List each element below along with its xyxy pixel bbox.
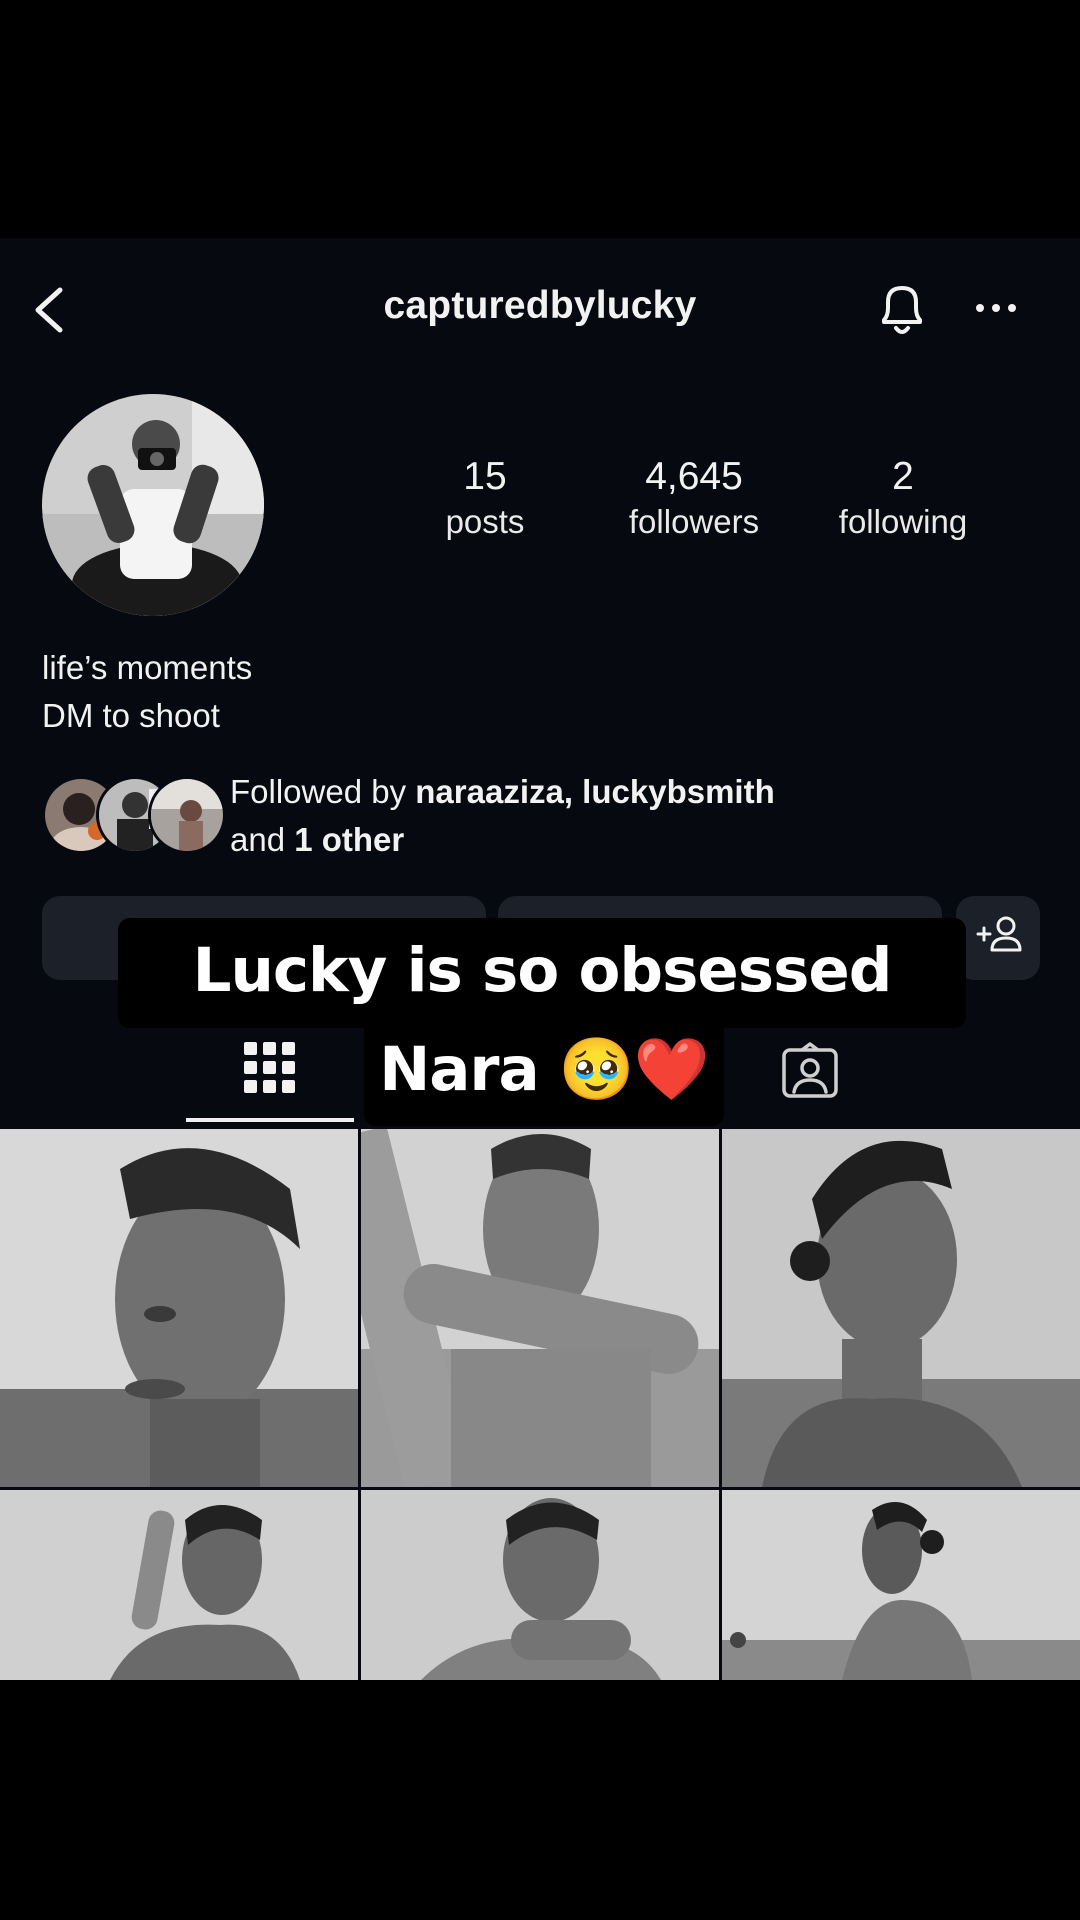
more-horizontal-icon xyxy=(976,304,1016,312)
post-thumbnail[interactable] xyxy=(722,1490,1080,1680)
post-thumbnail[interactable] xyxy=(361,1490,719,1680)
bio-line: DM to shoot xyxy=(42,697,220,734)
tab-tagged[interactable] xyxy=(780,1042,840,1100)
tagged-person-icon xyxy=(782,1042,838,1098)
video-caption-line: Nara 🥹❤️ xyxy=(364,1020,724,1126)
grid-icon xyxy=(244,1042,295,1093)
followers-count[interactable]: 4,645 followers xyxy=(594,455,794,545)
follower-avatar xyxy=(148,776,226,854)
active-tab-indicator xyxy=(186,1118,354,1122)
post-thumbnail[interactable] xyxy=(722,1129,1080,1487)
bell-icon xyxy=(882,286,922,334)
post-thumbnail[interactable] xyxy=(0,1129,358,1487)
more-options-button[interactable] xyxy=(972,288,1020,328)
tab-grid[interactable] xyxy=(242,1040,298,1096)
posts-count-value: 15 xyxy=(463,455,507,498)
post-thumbnail[interactable] xyxy=(0,1490,358,1680)
notifications-button[interactable] xyxy=(872,278,932,340)
profile-avatar[interactable] xyxy=(42,394,264,616)
followers-count-label: followers xyxy=(628,503,760,540)
add-person-icon xyxy=(976,916,1022,952)
posts-count-label: posts xyxy=(445,503,525,540)
followed-by-other[interactable]: 1 other xyxy=(294,821,404,858)
followed-by-text[interactable]: Followed by naraaziza, luckybsmith and 1… xyxy=(230,768,775,864)
posts-grid xyxy=(0,1129,1080,1680)
post-thumbnail[interactable] xyxy=(361,1129,719,1487)
posts-count[interactable]: 15 posts xyxy=(385,455,585,545)
following-count-label: following xyxy=(838,503,968,540)
bio-line: life’s moments xyxy=(42,649,253,686)
followed-by-names[interactable]: naraaziza, luckybsmith xyxy=(415,773,774,810)
profile-bio: life’s moments DM to shoot xyxy=(42,644,252,740)
following-count[interactable]: 2 following xyxy=(803,455,1003,545)
followers-count-value: 4,645 xyxy=(645,455,743,498)
suggested-accounts-button[interactable] xyxy=(956,896,1040,980)
followed-by-prefix: Followed by xyxy=(230,773,416,810)
following-count-value: 2 xyxy=(892,455,914,498)
video-caption-line: Lucky is so obsessed with xyxy=(118,918,966,1112)
followed-by-and: and xyxy=(230,821,295,858)
